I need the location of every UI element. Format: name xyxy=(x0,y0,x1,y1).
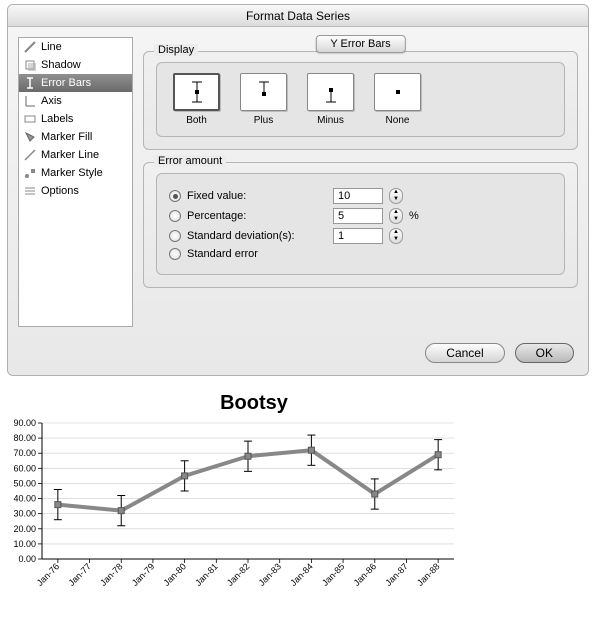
marker-line-icon xyxy=(23,148,37,162)
sidebar-item-label: Error Bars xyxy=(41,77,91,89)
sidebar-item-marker-style[interactable]: Marker Style xyxy=(19,164,132,182)
stddev-input[interactable]: 1 xyxy=(333,228,383,244)
svg-text:Jan-87: Jan-87 xyxy=(383,561,410,588)
sidebar-item-label: Labels xyxy=(41,113,73,125)
cancel-button[interactable]: Cancel xyxy=(425,343,504,363)
display-group: Display Both Plus Minus xyxy=(143,51,578,150)
display-option-both[interactable]: Both xyxy=(169,73,224,126)
sidebar-item-axis[interactable]: Axis xyxy=(19,92,132,110)
format-dialog: Format Data Series Line Shadow Error Bar… xyxy=(7,4,589,376)
radio-stddev[interactable] xyxy=(169,230,181,242)
sidebar-item-labels[interactable]: Labels xyxy=(19,110,132,128)
error-amount-group: Error amount Fixed value: 10 ▲▼ Percenta… xyxy=(143,162,578,288)
svg-text:Jan-84: Jan-84 xyxy=(288,561,315,588)
dialog-footer: Cancel OK xyxy=(8,337,588,375)
sidebar-item-label: Axis xyxy=(41,95,62,107)
ok-button[interactable]: OK xyxy=(515,343,574,363)
radio-fixed-value[interactable] xyxy=(169,190,181,202)
window-title: Format Data Series xyxy=(8,5,588,27)
svg-text:50.00: 50.00 xyxy=(13,478,36,488)
radio-percentage[interactable] xyxy=(169,210,181,222)
display-option-plus[interactable]: Plus xyxy=(236,73,291,126)
display-label: Both xyxy=(169,115,224,126)
stddev-stepper[interactable]: ▲▼ xyxy=(389,228,403,244)
svg-text:Jan-85: Jan-85 xyxy=(320,561,347,588)
svg-text:Jan-76: Jan-76 xyxy=(35,561,62,588)
svg-text:Jan-83: Jan-83 xyxy=(257,561,284,588)
percentage-label: Percentage: xyxy=(187,210,327,222)
svg-text:Jan-80: Jan-80 xyxy=(161,561,188,588)
main-panel: Y Error Bars Display Both Plus xyxy=(143,37,578,327)
line-icon xyxy=(23,40,37,54)
stddev-label: Standard deviation(s): xyxy=(187,230,327,242)
sidebar-item-label: Shadow xyxy=(41,59,81,71)
svg-text:30.00: 30.00 xyxy=(13,509,36,519)
svg-text:Jan-78: Jan-78 xyxy=(98,561,125,588)
sidebar-item-label: Marker Fill xyxy=(41,131,92,143)
sidebar-item-label: Line xyxy=(41,41,62,53)
svg-text:10.00: 10.00 xyxy=(13,539,36,549)
display-options: Both Plus Minus None xyxy=(156,62,565,137)
svg-text:Jan-77: Jan-77 xyxy=(66,561,93,588)
shadow-icon xyxy=(23,58,37,72)
stderr-label: Standard error xyxy=(187,248,327,260)
category-sidebar: Line Shadow Error Bars Axis Labels Marke… xyxy=(18,37,133,327)
sidebar-item-options[interactable]: Options xyxy=(19,182,132,200)
radio-stderr[interactable] xyxy=(169,248,181,260)
svg-text:60.00: 60.00 xyxy=(13,463,36,473)
svg-text:70.00: 70.00 xyxy=(13,448,36,458)
sidebar-item-marker-fill[interactable]: Marker Fill xyxy=(19,128,132,146)
svg-text:40.00: 40.00 xyxy=(13,494,36,504)
sidebar-item-label: Marker Line xyxy=(41,149,99,161)
svg-text:Jan-82: Jan-82 xyxy=(225,561,252,588)
fixed-value-input[interactable]: 10 xyxy=(333,188,383,204)
marker-style-icon xyxy=(23,166,37,180)
chart-title: Bootsy xyxy=(4,392,464,415)
chart: Bootsy 0.00 10.00 20.00 30.00 40.00 50.00 60.0… xyxy=(4,392,464,607)
error-amount-options: Fixed value: 10 ▲▼ Percentage: 5 ▲▼ % St… xyxy=(156,173,565,275)
svg-text:90.00: 90.00 xyxy=(13,418,36,428)
display-option-none[interactable]: None xyxy=(370,73,425,126)
percent-sign: % xyxy=(409,210,419,222)
display-option-minus[interactable]: Minus xyxy=(303,73,358,126)
svg-text:Jan-86: Jan-86 xyxy=(352,561,379,588)
fixed-value-label: Fixed value: xyxy=(187,190,327,202)
display-label: Plus xyxy=(236,115,291,126)
marker-fill-icon xyxy=(23,130,37,144)
dialog-body: Line Shadow Error Bars Axis Labels Marke… xyxy=(8,27,588,337)
svg-text:20.00: 20.00 xyxy=(13,524,36,534)
sidebar-item-shadow[interactable]: Shadow xyxy=(19,56,132,74)
percentage-stepper[interactable]: ▲▼ xyxy=(389,208,403,224)
chart-plot: 0.00 10.00 20.00 30.00 40.00 50.00 60.00 70.00 8… xyxy=(4,417,464,607)
sidebar-item-label: Marker Style xyxy=(41,167,103,179)
display-group-label: Display xyxy=(154,44,198,56)
error-amount-group-label: Error amount xyxy=(154,155,226,167)
svg-text:Jan-88: Jan-88 xyxy=(415,561,442,588)
percentage-input[interactable]: 5 xyxy=(333,208,383,224)
fixed-value-stepper[interactable]: ▲▼ xyxy=(389,188,403,204)
sidebar-item-error-bars[interactable]: Error Bars xyxy=(19,74,132,92)
axis-icon xyxy=(23,94,37,108)
tab-y-error-bars[interactable]: Y Error Bars xyxy=(315,35,405,53)
sidebar-item-line[interactable]: Line xyxy=(19,38,132,56)
display-label: None xyxy=(370,115,425,126)
sidebar-item-label: Options xyxy=(41,185,79,197)
svg-text:Jan-81: Jan-81 xyxy=(193,561,220,588)
options-icon xyxy=(23,184,37,198)
svg-text:80.00: 80.00 xyxy=(13,433,36,443)
svg-text:0.00: 0.00 xyxy=(18,554,36,564)
display-label: Minus xyxy=(303,115,358,126)
error-bars-icon xyxy=(23,76,37,90)
svg-text:Jan-79: Jan-79 xyxy=(130,561,157,588)
labels-icon xyxy=(23,112,37,126)
sidebar-item-marker-line[interactable]: Marker Line xyxy=(19,146,132,164)
